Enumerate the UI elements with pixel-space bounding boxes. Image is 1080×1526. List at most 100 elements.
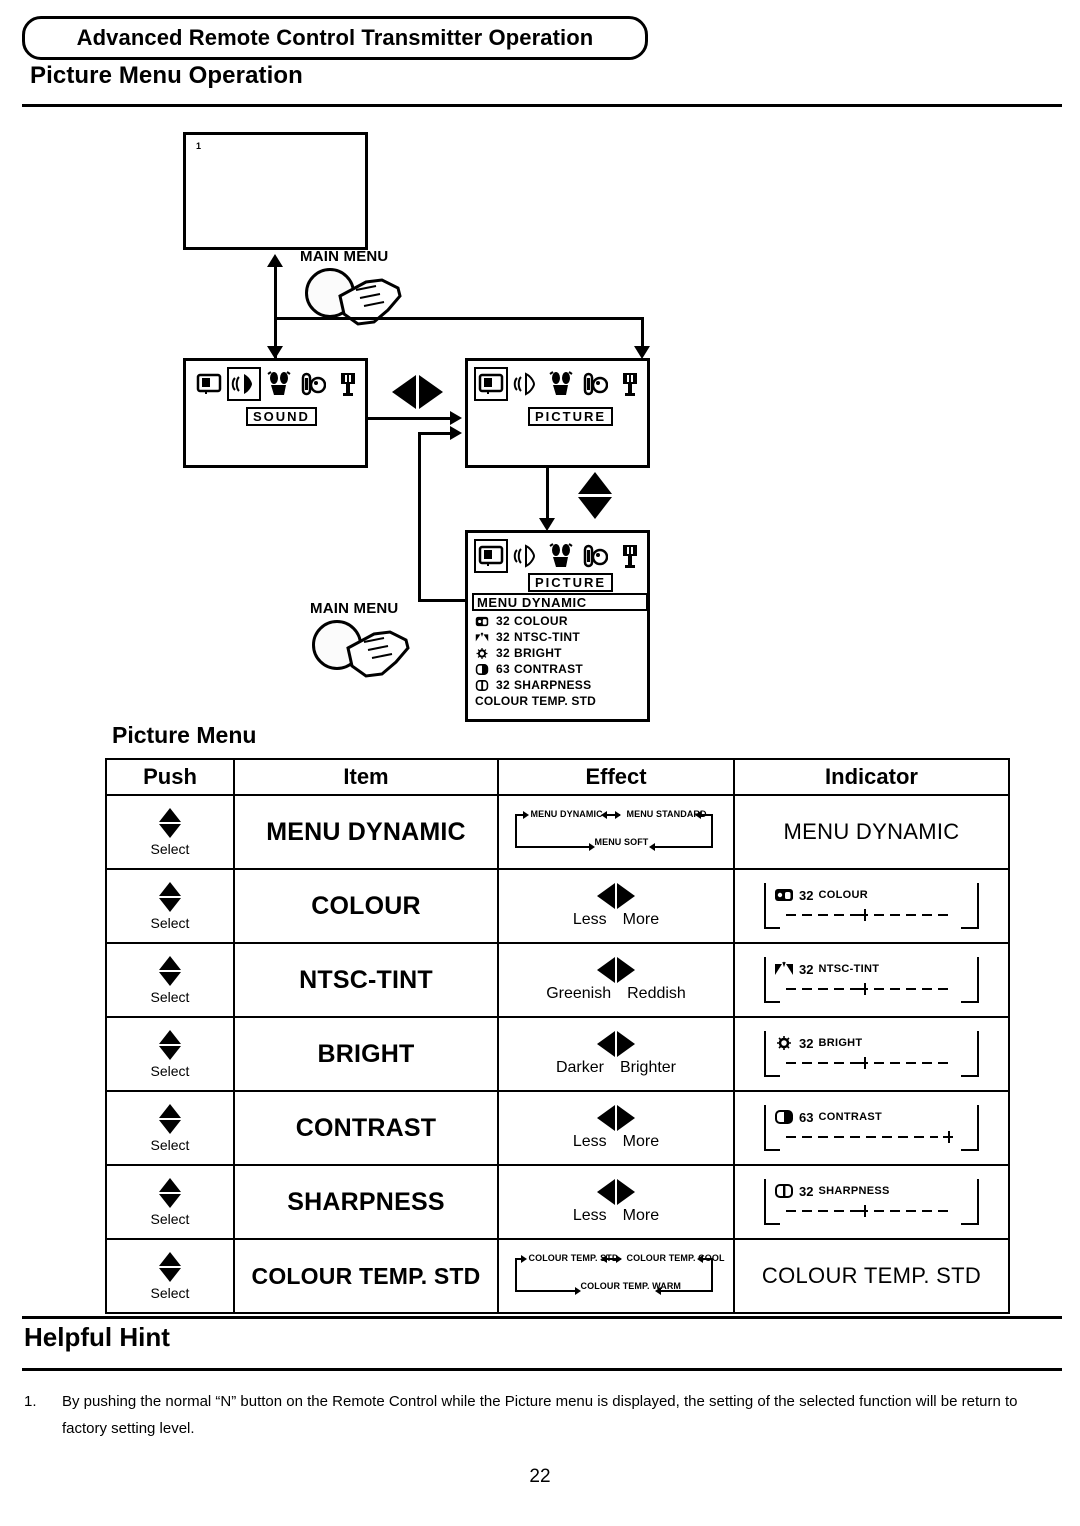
- list-item-value: 32: [496, 646, 510, 660]
- indicator-bar: 32 NTSC-TINT: [764, 957, 979, 1003]
- flow-line-vertical-3: [546, 468, 549, 520]
- push-cell[interactable]: Select: [105, 1164, 235, 1240]
- indicator-value: 63: [799, 1109, 814, 1125]
- push-cell[interactable]: Select: [105, 942, 235, 1018]
- hint-number: 1.: [24, 1393, 37, 1410]
- effect-right-label: More: [622, 911, 660, 928]
- osd-tag-picture-detail: PICTURE: [528, 573, 614, 592]
- osd-footer-row[interactable]: COLOUR TEMP. STD: [475, 693, 653, 709]
- left-right-arrows: [597, 1179, 635, 1205]
- indicator-cell: MENU DYNAMIC: [733, 794, 1010, 870]
- push-cell[interactable]: Select: [105, 1238, 235, 1314]
- list-item[interactable]: 32 COLOUR: [475, 613, 653, 629]
- list-item-label: NTSC-TINT: [514, 630, 581, 644]
- arrow-up-icon: [159, 1103, 181, 1118]
- osd-setting-list: 32 COLOUR 32 NTSC-TINT 32 BRIGHT 63 CONT…: [475, 613, 653, 709]
- osd-icon-row-picture: [474, 367, 647, 401]
- arrow-right-icon: [617, 1105, 635, 1131]
- feature-icon: [548, 543, 574, 569]
- indicator-name: SHARPNESS: [818, 1185, 890, 1197]
- push-cell[interactable]: Select: [105, 1016, 235, 1092]
- arrow-down-icon: [159, 823, 181, 838]
- timer-icon: [335, 371, 361, 397]
- table-caption: Picture Menu: [112, 722, 257, 748]
- indicator-scale: [786, 909, 958, 921]
- left-right-arrows: [597, 1031, 635, 1057]
- arrow-down-icon: [159, 971, 181, 986]
- column-header-item: Item: [233, 758, 499, 796]
- table-row: Select CONTRAST Less More 63 CONTRAST: [105, 1090, 1010, 1166]
- colour-icon: [475, 615, 489, 628]
- indicator-scale: [786, 1205, 958, 1217]
- push-select-label: Select: [150, 1210, 190, 1227]
- setup-icon: [582, 371, 609, 397]
- feature-icon: [548, 371, 574, 397]
- main-menu-label-upper: MAIN MENU: [300, 248, 389, 265]
- column-header-indicator: Indicator: [733, 758, 1010, 796]
- effect-right-label: More: [622, 1207, 660, 1224]
- helpful-hint-title: Helpful Hint: [24, 1322, 170, 1352]
- indicator-value: 32: [799, 961, 814, 977]
- list-item[interactable]: 32 SHARPNESS: [475, 677, 653, 693]
- list-item-label: COLOUR: [514, 614, 568, 628]
- hint-divider-top: [22, 1316, 1062, 1319]
- indicator-cell: 32 NTSC-TINT: [733, 942, 1010, 1018]
- item-cell: SHARPNESS: [233, 1164, 499, 1240]
- flow-arrow-right-1: [450, 411, 462, 425]
- item-cell: CONTRAST: [233, 1090, 499, 1166]
- page-number: 22: [529, 1466, 551, 1487]
- flow-line-return-v: [418, 432, 421, 602]
- push-cell[interactable]: Select: [105, 1090, 235, 1166]
- list-item-label: BRIGHT: [514, 646, 562, 660]
- indicator-cell: 32 COLOUR: [733, 868, 1010, 944]
- flow-arrow-up-1: [267, 254, 283, 267]
- indicator-name: BRIGHT: [818, 1037, 863, 1049]
- arrow-left-icon: [597, 1105, 615, 1131]
- osd-icon-row-picture-detail: [474, 539, 647, 573]
- indicator-value: 32: [799, 1183, 814, 1199]
- indicator-bar: 63 CONTRAST: [764, 1105, 979, 1151]
- push-select-label: Select: [150, 1284, 190, 1301]
- table-row: Select COLOUR TEMP. STD COLOUR TEMP. STD…: [105, 1238, 1010, 1314]
- tint-icon: [774, 961, 794, 977]
- indicator-cell: COLOUR TEMP. STD: [733, 1238, 1010, 1314]
- picture-menu-table: Push Item Effect Indicator Select MENU D…: [105, 758, 1010, 1314]
- list-item[interactable]: 63 CONTRAST: [475, 661, 653, 677]
- setup-icon: [300, 371, 327, 397]
- arrow-right-icon: [617, 1179, 635, 1205]
- osd-highlighted-row[interactable]: MENU DYNAMIC: [472, 593, 648, 611]
- arrow-up-icon: [159, 1251, 181, 1266]
- sound-icon: [513, 543, 539, 569]
- list-item[interactable]: 32 BRIGHT: [475, 645, 653, 661]
- effect-left-label: Less: [572, 911, 607, 928]
- effect-left-label: Less: [572, 1207, 607, 1224]
- table-row: Select COLOUR Less More 32 COLOUR: [105, 868, 1010, 944]
- push-cell[interactable]: Select: [105, 794, 235, 870]
- effect-left-label: Less: [572, 1133, 607, 1150]
- list-item[interactable]: 32 NTSC-TINT: [475, 629, 653, 645]
- indicator-text: COLOUR TEMP. STD: [761, 1263, 982, 1288]
- push-select-label: Select: [150, 840, 190, 857]
- effect-cycle-diagram: MENU DYNAMIC MENU STANDARD MENU SOFT: [509, 807, 724, 857]
- sharpness-icon: [475, 679, 489, 692]
- indicator-name: NTSC-TINT: [818, 963, 880, 975]
- indicator-bar: 32 BRIGHT: [764, 1031, 979, 1077]
- table-row: Select NTSC-TINT Greenish Reddish 32 NTS…: [105, 942, 1010, 1018]
- push-select-label: Select: [150, 988, 190, 1005]
- manual-page: Advanced Remote Control Transmitter Oper…: [0, 0, 1080, 1526]
- arrow-down-icon: [159, 1045, 181, 1060]
- arrow-up-icon: [159, 807, 181, 822]
- push-cell[interactable]: Select: [105, 868, 235, 944]
- column-header-push: Push: [105, 758, 235, 796]
- picture-icon: [474, 367, 508, 401]
- page-banner: Advanced Remote Control Transmitter Oper…: [22, 16, 648, 60]
- arrow-left-icon: [597, 1031, 615, 1057]
- contrast-icon: [774, 1109, 794, 1125]
- setup-icon: [582, 543, 609, 569]
- operation-flow-diagram: 1 MAIN MENU SOUND PICTURE MAIN MENU PICT…: [0, 110, 1080, 722]
- indicator-scale: [786, 983, 958, 995]
- left-right-arrows: [597, 957, 635, 983]
- osd-icon-row-sound: [192, 367, 365, 401]
- indicator-text: MENU DYNAMIC: [783, 819, 960, 844]
- list-item-value: 32: [496, 614, 510, 628]
